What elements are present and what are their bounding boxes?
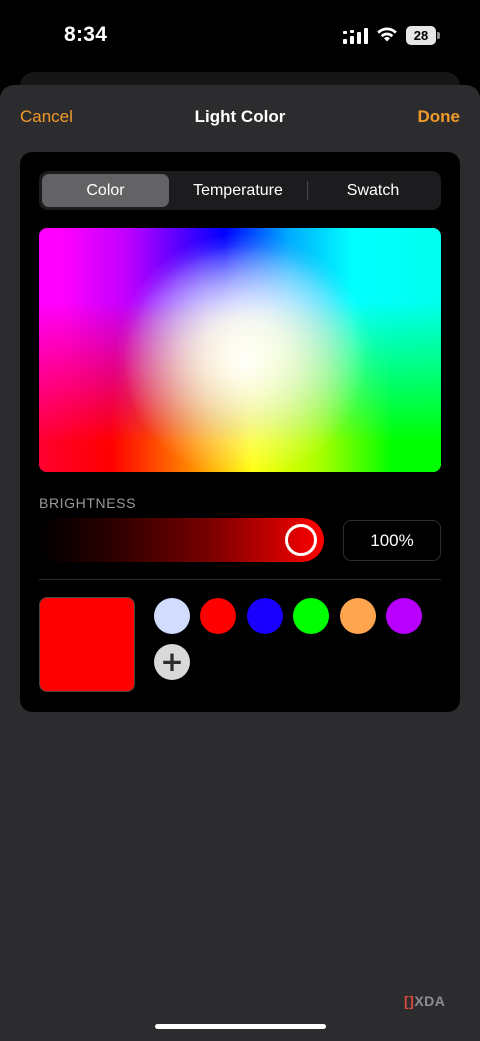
home-indicator[interactable] — [155, 1024, 326, 1029]
current-color-swatch — [39, 597, 135, 692]
wifi-icon — [377, 27, 397, 42]
brightness-slider-thumb[interactable] — [285, 524, 317, 556]
battery-icon: 28 — [406, 26, 440, 45]
plus-icon: + — [160, 645, 184, 678]
status-bar: 8:34 28 — [0, 0, 480, 72]
segmented-control: Color Temperature Swatch — [39, 171, 441, 210]
status-time: 8:34 — [64, 23, 108, 46]
xda-watermark: []XDA — [404, 993, 445, 1009]
page-title: Light Color — [194, 107, 286, 126]
favorite-color-1[interactable] — [154, 598, 190, 634]
battery-level: 28 — [406, 26, 436, 45]
brightness-slider[interactable] — [39, 518, 324, 562]
favorite-color-3[interactable] — [247, 598, 283, 634]
brightness-value-field[interactable]: 100% — [343, 520, 441, 561]
tab-swatch[interactable]: Swatch — [308, 174, 438, 207]
divider — [39, 579, 441, 580]
favorite-color-4[interactable] — [293, 598, 329, 634]
watermark-mark: [] — [404, 993, 415, 1009]
color-card: Color Temperature Swatch BRIGHTNESS 100%… — [20, 152, 460, 712]
add-favorite-button[interactable]: + — [154, 644, 190, 680]
battery-tip — [437, 32, 440, 39]
brightness-label: BRIGHTNESS — [39, 495, 137, 511]
color-field-white-center — [39, 228, 441, 472]
favorite-color-6[interactable] — [386, 598, 422, 634]
signal-icon — [343, 28, 368, 44]
done-button[interactable]: Done — [418, 107, 461, 127]
tab-temperature[interactable]: Temperature — [170, 174, 306, 207]
favorite-color-2[interactable] — [200, 598, 236, 634]
favorite-color-5[interactable] — [340, 598, 376, 634]
color-picker-field[interactable] — [39, 228, 441, 472]
tab-color[interactable]: Color — [42, 174, 169, 207]
light-color-sheet: Cancel Light Color Done Color Temperatur… — [0, 85, 480, 1041]
watermark-text: XDA — [414, 993, 446, 1009]
